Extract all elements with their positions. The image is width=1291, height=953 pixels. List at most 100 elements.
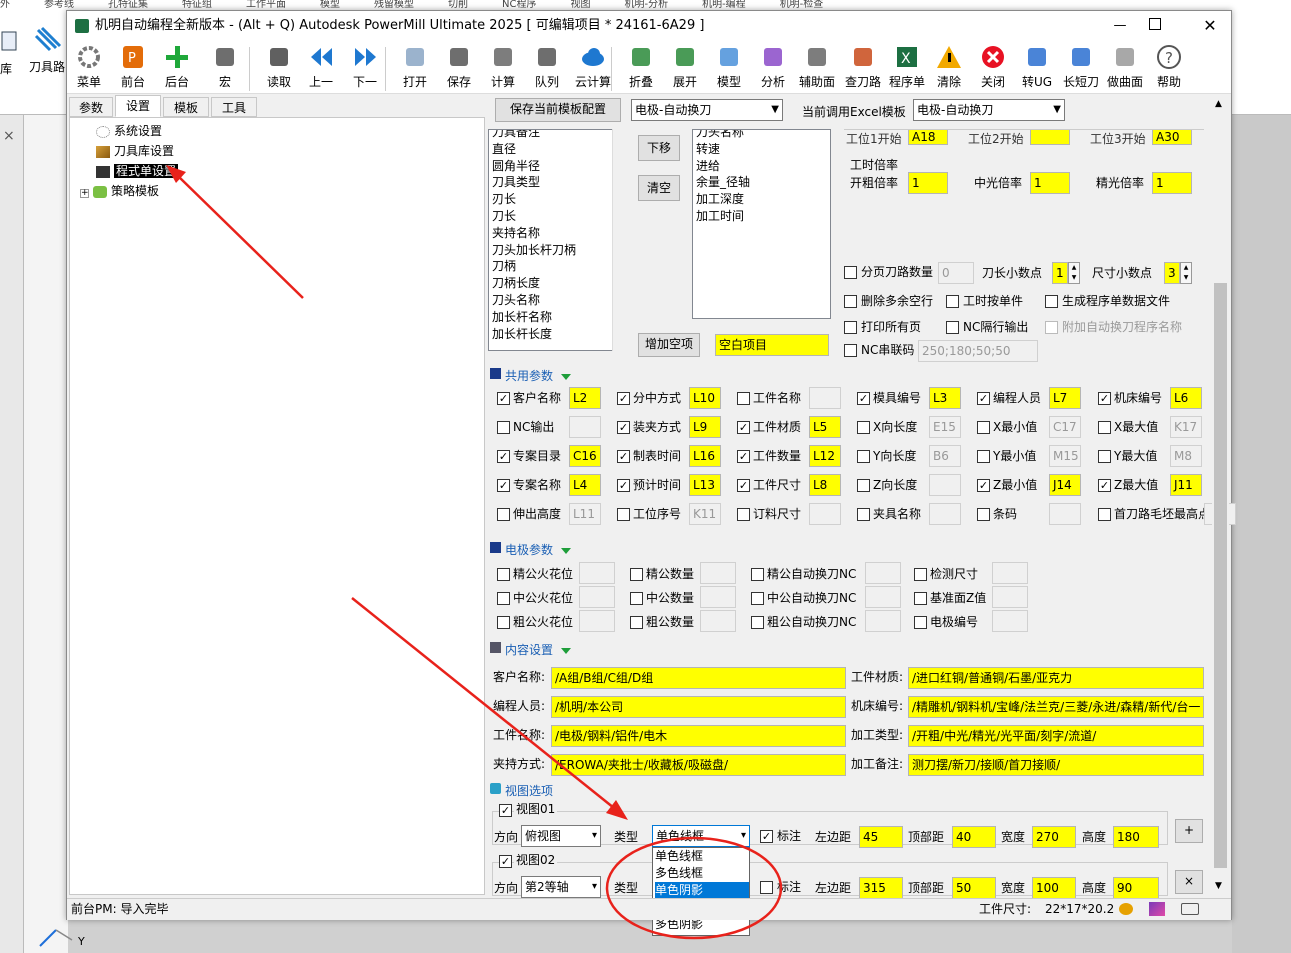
list-item[interactable]: 加工深度 — [696, 191, 830, 208]
common-param-field[interactable]: M8 — [1170, 445, 1202, 467]
electrode-section-title[interactable]: 电极参数 — [505, 541, 572, 558]
common-param-field[interactable] — [809, 387, 841, 409]
toolbar-cube-button[interactable]: 模型 — [709, 43, 749, 90]
toolbar-next-button[interactable]: 下一 — [345, 43, 385, 90]
page-split-checkbox[interactable] — [844, 266, 857, 279]
common-param-checkbox[interactable] — [857, 450, 870, 463]
tab-tools[interactable]: 工具 — [211, 97, 257, 117]
common-param-field[interactable]: L8 — [809, 474, 841, 496]
common-param-field[interactable]: L3 — [929, 387, 961, 409]
toolbar-queue-button[interactable]: 队列 — [527, 43, 567, 90]
bg-menu-item[interactable]: 工作平面 — [246, 0, 286, 10]
common-param-field[interactable]: C16 — [569, 445, 601, 467]
common-param-field[interactable]: L10 — [689, 387, 721, 409]
common-param-checkbox[interactable]: ✓ — [1098, 392, 1111, 405]
bg-menu-item[interactable]: 视图 — [570, 0, 590, 10]
common-param-checkbox[interactable] — [977, 508, 990, 521]
tree-item-toollib[interactable]: 刀具库设置 — [96, 142, 174, 160]
tab-params[interactable]: 参数 — [69, 97, 113, 117]
content-field[interactable]: /进口红铜/普通铜/石墨/亚克力 — [908, 667, 1204, 689]
type-option[interactable]: 多色线框 — [655, 865, 749, 882]
common-param-field[interactable]: J14 — [1049, 474, 1081, 496]
toolbar-folder-button[interactable]: 打开 — [395, 43, 435, 90]
electrode-param-field[interactable] — [865, 586, 901, 608]
toolbar-aux-button[interactable]: 辅助面 — [797, 43, 837, 90]
view02-dir-select[interactable]: 第2等轴 ▾ — [521, 876, 601, 898]
empty-item-field[interactable]: 空白项目 — [715, 334, 829, 356]
electrode-param-field[interactable] — [865, 610, 901, 632]
common-param-field[interactable]: B6 — [929, 445, 961, 467]
common-param-checkbox[interactable] — [977, 421, 990, 434]
template-select[interactable]: 电极-自动换刀 ▼ — [631, 99, 783, 121]
scroll-down-icon[interactable]: ▼ — [1215, 881, 1222, 891]
list-item[interactable]: 余量_径轴 — [696, 174, 830, 191]
electrode-param-checkbox[interactable] — [751, 616, 764, 629]
vertical-scrollbar[interactable]: ▲ ▼ — [1212, 95, 1229, 895]
electrode-param-field[interactable] — [865, 562, 901, 584]
common-param-checkbox[interactable] — [737, 508, 750, 521]
gen-data-file-checkbox[interactable] — [1045, 295, 1058, 308]
toolbar-close-circle-button[interactable]: 关闭 — [973, 43, 1013, 90]
common-param-checkbox[interactable]: ✓ — [1098, 479, 1111, 492]
view02-top-field[interactable]: 50 — [952, 877, 996, 899]
view01-left-field[interactable]: 45 — [859, 826, 903, 848]
page-split-field[interactable]: 0 — [938, 262, 974, 284]
common-param-checkbox[interactable]: ✓ — [497, 450, 510, 463]
undo-icon[interactable] — [1119, 903, 1133, 915]
content-field[interactable]: 测刀摆/新刀/接顺/首刀接顺/ — [908, 754, 1204, 776]
folder-open-icon[interactable] — [1181, 903, 1199, 915]
view01-top-field[interactable]: 40 — [952, 826, 996, 848]
tab-templates[interactable]: 模板 — [163, 97, 209, 117]
electrode-param-checkbox[interactable] — [751, 568, 764, 581]
common-param-field[interactable]: L16 — [689, 445, 721, 467]
toolbar-tools-button[interactable]: 查刀路 — [843, 43, 883, 90]
station2-field[interactable] — [1030, 129, 1070, 145]
list-item[interactable]: 进给 — [696, 158, 830, 175]
bg-menu-item[interactable]: 孔特征集 — [108, 0, 148, 10]
view02-mark-checkbox[interactable] — [760, 881, 773, 894]
station3-field[interactable]: A30 — [1152, 129, 1192, 145]
bg-menu-item[interactable]: 残留模型 — [374, 0, 414, 10]
view01-checkbox[interactable]: ✓ — [499, 804, 512, 817]
electrode-param-checkbox[interactable] — [914, 616, 927, 629]
common-param-checkbox[interactable] — [857, 508, 870, 521]
move-down-button[interactable]: 下移 — [638, 135, 680, 161]
common-param-field[interactable]: L11 — [569, 503, 601, 525]
bg-menu-item[interactable]: 参考线 — [44, 0, 74, 10]
tree-item-system[interactable]: 系统设置 — [96, 122, 162, 140]
toolbar-tool-length-button[interactable]: 长短刀 — [1061, 43, 1101, 90]
tab-settings[interactable]: 设置 — [115, 95, 161, 117]
add-view-button[interactable]: + — [1175, 819, 1203, 843]
electrode-param-field[interactable] — [992, 586, 1028, 608]
toolbar-save-button[interactable]: 保存 — [439, 43, 479, 90]
common-param-checkbox[interactable]: ✓ — [737, 450, 750, 463]
toolbar-calc-button[interactable]: 计算 — [483, 43, 523, 90]
bg-menu-item[interactable]: 外 — [0, 0, 10, 10]
list-item[interactable]: 加长杆名称 — [492, 309, 625, 326]
toolbar-sliders-button[interactable]: 读取 — [259, 43, 299, 90]
mid-rate-field[interactable]: 1 — [1030, 172, 1070, 194]
toolbar-gear-button[interactable]: 菜单 — [69, 43, 109, 90]
toolbar-help-button[interactable]: ? 帮助 — [1149, 43, 1189, 90]
list-item[interactable]: 加工时间 — [696, 208, 830, 225]
list-item[interactable]: 刀柄 — [492, 258, 625, 275]
electrode-param-field[interactable] — [579, 610, 615, 632]
list-item[interactable]: 转速 — [696, 141, 830, 158]
toolbar-surface-button[interactable]: 做曲面 — [1105, 43, 1145, 90]
list-item[interactable]: 加长杆长度 — [492, 326, 625, 343]
common-section-title[interactable]: 共用参数 — [505, 367, 572, 384]
common-param-checkbox[interactable] — [497, 421, 510, 434]
save-template-button[interactable]: 保存当前模板配置 — [495, 98, 621, 122]
fine-rate-field[interactable]: 1 — [1152, 172, 1192, 194]
common-param-checkbox[interactable]: ✓ — [617, 479, 630, 492]
common-param-field[interactable]: L12 — [809, 445, 841, 467]
common-param-checkbox[interactable] — [497, 508, 510, 521]
list-item[interactable]: 刀具类型 — [492, 174, 625, 191]
toolbar-macro-button[interactable]: 宏 — [205, 43, 245, 90]
bg-menu-item[interactable]: 机明-编程 — [702, 0, 746, 10]
list-item[interactable]: 刀柄长度 — [492, 275, 625, 292]
view02-height-field[interactable]: 90 — [1113, 877, 1159, 899]
list-item[interactable]: 刀具备注 — [492, 130, 625, 141]
toolbar-plus-button[interactable]: 后台 — [157, 43, 197, 90]
electrode-param-field[interactable] — [700, 586, 736, 608]
